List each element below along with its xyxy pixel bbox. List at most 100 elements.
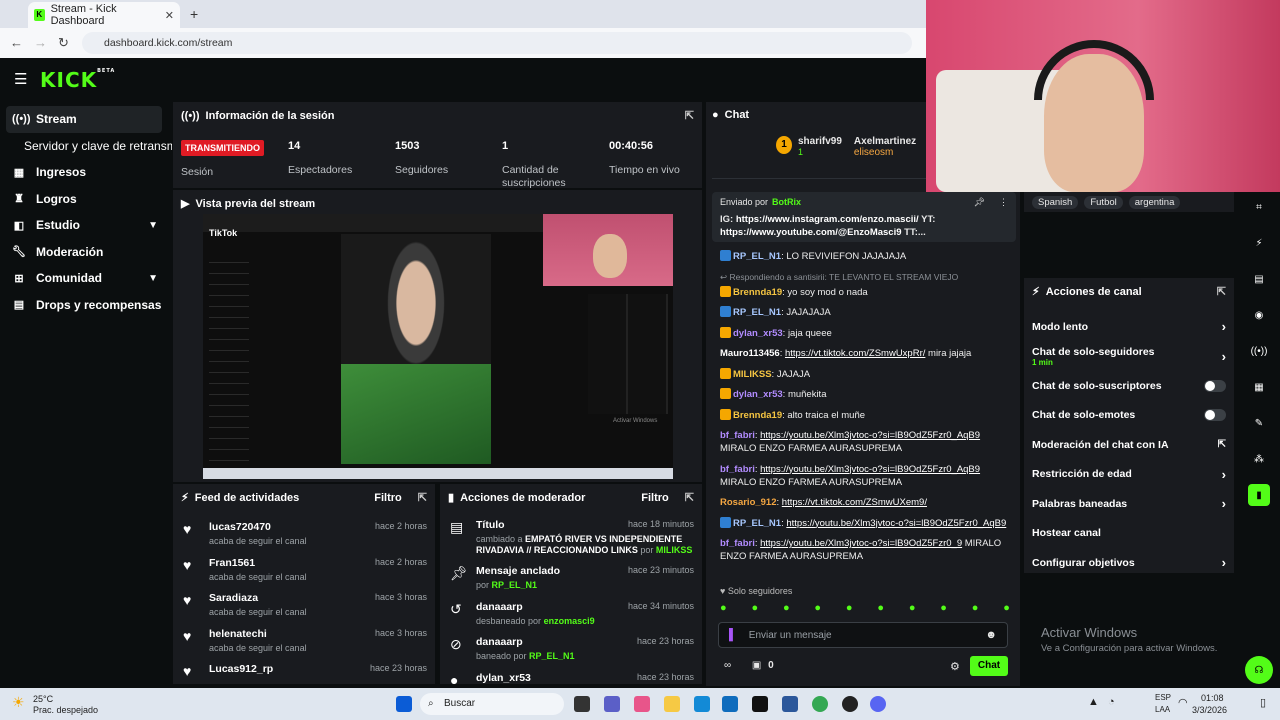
sidebar-item-logros[interactable]: ♜ Logros bbox=[0, 186, 172, 213]
chat-message[interactable]: Mauro113456: https://vt.tiktok.com/ZSmwU… bbox=[706, 347, 1020, 360]
chat-message[interactable]: RP_EL_N1: JAJAJAJA bbox=[706, 306, 1020, 319]
emoji-icon[interactable]: ☻ bbox=[985, 629, 997, 641]
chat-message[interactable]: Brennda19: alto traica el muñe bbox=[706, 408, 1020, 422]
chat-message[interactable]: RP_EL_N1: LO REVIVIEFON JAJAJAJA bbox=[706, 250, 1020, 263]
chat-username[interactable]: bf_fabri bbox=[720, 430, 755, 441]
menu-icon[interactable]: ☰ bbox=[14, 70, 27, 88]
wrench-icon[interactable]: ✎ bbox=[1248, 412, 1270, 434]
activity-user[interactable]: Lucas912_rp bbox=[209, 663, 273, 675]
chat-bubble-icon[interactable]: ◉ bbox=[1248, 304, 1270, 326]
teams-icon[interactable] bbox=[604, 696, 620, 712]
send-chat-button[interactable]: Chat bbox=[970, 656, 1008, 676]
activity-user[interactable]: Fran1561 bbox=[209, 557, 307, 569]
chat-link[interactable]: https://youtu.be/Xlm3jvtoc-o?si=lB9OdZ5F… bbox=[760, 430, 980, 441]
help-icon[interactable]: ☊ bbox=[1245, 656, 1273, 684]
store-icon[interactable] bbox=[722, 696, 738, 712]
url-field[interactable]: dashboard.kick.com/stream bbox=[82, 32, 912, 54]
chat-message[interactable]: bf_fabri: https://youtu.be/Xlm3jvtoc-o?s… bbox=[706, 429, 1020, 455]
mod-action-row[interactable]: ● dylan_xr53 hace 23 horas bbox=[440, 668, 702, 685]
link-icon[interactable]: ∞ bbox=[724, 660, 731, 671]
channel-action-item[interactable]: Restricción de edad › bbox=[1024, 460, 1234, 490]
chat-username[interactable]: bf_fabri bbox=[720, 538, 755, 549]
pinned-message[interactable]: Enviado por BotRix 📌︎ ⋮ IG: https://www.… bbox=[712, 192, 1016, 242]
channel-action-item[interactable]: Modo lento › bbox=[1024, 312, 1234, 342]
edge-icon[interactable] bbox=[694, 696, 710, 712]
expand-icon[interactable]: ⇱ bbox=[685, 109, 694, 122]
word-icon[interactable] bbox=[782, 696, 798, 712]
channel-action-item[interactable]: Hostear canal bbox=[1024, 519, 1234, 549]
activity-row[interactable]: ♥ Lucas912_rp hace 23 horas bbox=[173, 659, 435, 684]
toggle-switch[interactable] bbox=[1204, 379, 1226, 392]
activity-row[interactable]: ♥ Saradiaza acaba de seguir el canal hac… bbox=[173, 588, 435, 624]
expand-icon[interactable]: ⇱ bbox=[418, 491, 427, 504]
obs-icon[interactable] bbox=[842, 696, 858, 712]
clock-time[interactable]: 01:08 bbox=[1201, 693, 1224, 703]
notification-icon[interactable]: ▯ bbox=[1260, 696, 1266, 709]
chat-username[interactable]: Brennda19 bbox=[733, 287, 782, 298]
gifter-list[interactable]: Axelmartinez eliseosm bbox=[854, 136, 916, 158]
people-icon[interactable]: ⁂ bbox=[1248, 448, 1270, 470]
chat-username[interactable]: RP_EL_N1 bbox=[733, 307, 781, 318]
chat-username[interactable]: Rosario_912 bbox=[720, 497, 777, 508]
kick-logo[interactable]: KICKBETA bbox=[40, 68, 115, 92]
explorer-icon[interactable] bbox=[664, 696, 680, 712]
channel-action-item[interactable]: Chat de solo-emotes bbox=[1024, 401, 1234, 431]
lightning-icon[interactable]: ⚡︎ bbox=[1248, 232, 1270, 254]
taskbar-search[interactable]: ⌕ Buscar bbox=[420, 693, 564, 715]
mod-action-row[interactable]: ↺ danaaarp hace 34 minutos desbaneado por… bbox=[440, 597, 702, 633]
browser-tab[interactable]: K Stream - Kick Dashboard ✕ bbox=[28, 2, 180, 28]
tag[interactable]: Spanish bbox=[1032, 195, 1079, 209]
chat-link[interactable]: https://youtu.be/Xlm3jvtoc-o?si=lB9OdZ5F… bbox=[760, 538, 962, 549]
chrome-icon[interactable] bbox=[812, 696, 828, 712]
wifi-icon[interactable]: ◠ bbox=[1178, 696, 1188, 709]
tag[interactable]: argentina bbox=[1128, 195, 1181, 209]
expand-icon[interactable]: ⇱ bbox=[1217, 285, 1226, 298]
chat-message[interactable]: Rosario_912: https://vt.tiktok.com/ZSmwU… bbox=[706, 496, 1020, 509]
pinned-link-ig[interactable]: https://www.instagram.com/enzo.mascii/ bbox=[736, 214, 919, 225]
chat-username[interactable]: RP_EL_N1 bbox=[733, 518, 781, 529]
channel-action-item[interactable]: Configurar objetivos › bbox=[1024, 548, 1234, 578]
sidebar-item-server-key[interactable]: Servidor y clave de retransmisión bbox=[0, 133, 172, 160]
chat-input[interactable]: ▌ Enviar un mensaje ☻ bbox=[718, 622, 1008, 648]
emote-icon[interactable]: ● bbox=[720, 602, 727, 614]
chat-link[interactable]: https://vt.tiktok.com/ZSmwUXem9/ bbox=[782, 497, 927, 508]
pinned-link-yt[interactable]: https://www.youtube.com/@EnzoMasci9 bbox=[720, 227, 902, 238]
channel-action-item[interactable]: Moderación del chat con IA ⇱ bbox=[1024, 430, 1234, 460]
gifter-1[interactable]: sharifv99 1 bbox=[798, 136, 842, 157]
chat-settings-icon[interactable]: ⚙ bbox=[950, 660, 960, 673]
toggle-switch[interactable] bbox=[1204, 409, 1226, 422]
lang-primary[interactable]: ESP bbox=[1155, 693, 1171, 702]
chat-message[interactable]: Brennda19: yo soy mod o nada bbox=[706, 285, 1020, 299]
gift-icon[interactable]: ▣ bbox=[752, 660, 761, 671]
tab-close-icon[interactable]: ✕ bbox=[165, 9, 174, 22]
mod-filter-button[interactable]: Filtro bbox=[641, 492, 669, 504]
emote-icon[interactable]: ● bbox=[909, 602, 916, 614]
chat-message[interactable]: bf_fabri: https://youtu.be/Xlm3jvtoc-o?s… bbox=[706, 537, 1020, 563]
emote-icon[interactable]: ● bbox=[814, 602, 821, 614]
sidebar-item-ingresos[interactable]: ▦ Ingresos bbox=[0, 159, 172, 186]
chat-username[interactable]: dylan_xr53 bbox=[733, 389, 783, 400]
emote-icon[interactable]: ● bbox=[1003, 602, 1010, 614]
reload-icon[interactable]: ↻ bbox=[58, 35, 69, 51]
chat-username[interactable]: bf_fabri bbox=[720, 464, 755, 475]
tag[interactable]: Futbol bbox=[1084, 195, 1123, 209]
weather-temp[interactable]: 25°C bbox=[33, 694, 53, 704]
activity-filter-button[interactable]: Filtro bbox=[374, 492, 402, 504]
broadcast-icon[interactable]: ((•)) bbox=[1248, 340, 1270, 362]
expand-icon[interactable]: ⇱ bbox=[685, 491, 694, 504]
chat-message[interactable]: RP_EL_N1: https://youtu.be/Xlm3jvtoc-o?s… bbox=[706, 516, 1020, 530]
tray-chevron-icon[interactable]: ▲ bbox=[1088, 696, 1099, 708]
chat-username[interactable]: Mauro113456 bbox=[720, 348, 780, 359]
sidebar-item-drops[interactable]: ▤ Drops y recompensas bbox=[0, 292, 172, 319]
chat-message[interactable]: dylan_xr53: muñekita bbox=[706, 388, 1020, 401]
emote-icon[interactable]: ● bbox=[877, 602, 884, 614]
active-tool-icon[interactable]: ▮ bbox=[1248, 484, 1270, 506]
emote-icon[interactable]: ● bbox=[846, 602, 853, 614]
chat-username[interactable]: Brennda19 bbox=[733, 410, 782, 421]
chat-username[interactable]: MILIKSS bbox=[733, 369, 772, 380]
mod-action-row[interactable]: ⊘ danaaarp hace 23 horas baneado por RP_E… bbox=[440, 632, 702, 668]
start-icon[interactable] bbox=[396, 696, 412, 712]
copilot-icon[interactable] bbox=[634, 696, 650, 712]
emote-icon[interactable]: ● bbox=[783, 602, 790, 614]
emote-icon[interactable]: ● bbox=[972, 602, 979, 614]
